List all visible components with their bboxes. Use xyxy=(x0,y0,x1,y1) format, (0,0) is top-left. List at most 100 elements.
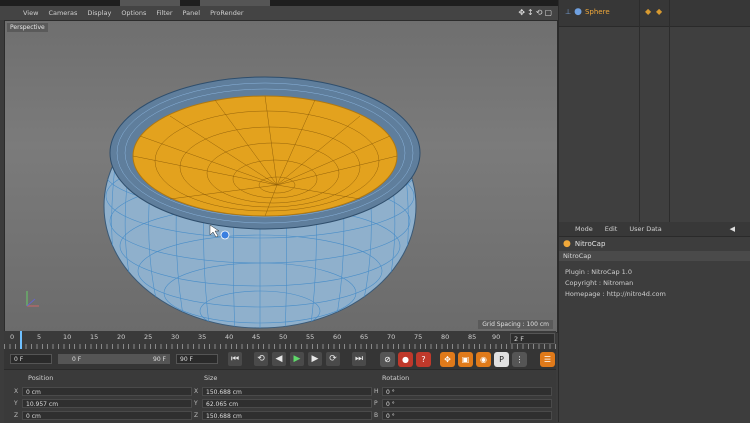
size-header: Size xyxy=(204,374,218,382)
column-divider xyxy=(639,0,640,222)
current-frame-field[interactable]: 2 F xyxy=(510,333,555,344)
viewport-label: Perspective xyxy=(7,23,48,32)
size-z-field[interactable]: 150.688 cm xyxy=(202,411,372,420)
tag-icon[interactable]: ◆ xyxy=(645,7,651,16)
timeline-tick: 85 xyxy=(468,333,477,341)
timeline-tick: 55 xyxy=(306,333,315,341)
object-name: Sphere xyxy=(584,8,610,16)
rotation-p-field[interactable]: 0 ° xyxy=(382,399,552,408)
step-forward-icon[interactable]: ⟳ xyxy=(326,352,340,366)
menu-panel[interactable]: Panel xyxy=(178,9,206,17)
pos-z-label: Z xyxy=(14,412,19,419)
position-y-field[interactable]: 10.957 cm xyxy=(22,399,192,408)
viewport-nav-icons: ✥ ↕ ⟲ ▢ xyxy=(518,8,552,17)
viewport-menu-bar: View Cameras Display Options Filter Pane… xyxy=(0,6,558,20)
frame-range-slider[interactable]: 0 F 90 F xyxy=(58,354,170,364)
end-frame-field[interactable]: 90 F xyxy=(176,354,218,364)
rot-b-label: B xyxy=(374,412,379,419)
position-z-field[interactable]: 0 cm xyxy=(22,411,192,420)
menu-prorender[interactable]: ProRender xyxy=(205,9,248,17)
timeline-tick: 50 xyxy=(279,333,288,341)
pos-y-label: Y xyxy=(14,400,18,407)
size-x-field[interactable]: 150.688 cm xyxy=(202,387,372,396)
timeline-tick: 60 xyxy=(333,333,342,341)
sphere-mesh xyxy=(26,76,421,329)
next-frame-icon[interactable]: ▶ xyxy=(308,352,322,366)
timeline-tick: 45 xyxy=(252,333,261,341)
timeline-tick: 40 xyxy=(225,333,234,341)
nitrocap-icon: ● xyxy=(563,239,571,249)
timeline-tick: 70 xyxy=(387,333,396,341)
size-y-label: Y xyxy=(194,400,198,407)
goto-end-icon[interactable]: ⏭ xyxy=(352,352,366,366)
timeline-tick: 80 xyxy=(441,333,450,341)
object-manager: ⊥ ● Sphere ◆ ◆ xyxy=(558,0,750,222)
object-item-sphere[interactable]: ⊥ ● Sphere xyxy=(565,7,610,17)
timeline-tick: 90 xyxy=(492,333,501,341)
maximize-view-icon[interactable]: ▢ xyxy=(544,8,552,17)
range-max: 90 F xyxy=(153,356,166,363)
rotation-header: Rotation xyxy=(382,374,410,382)
homepage-info: Homepage : http://nitro4d.com xyxy=(565,290,666,298)
grid-spacing-label: Grid Spacing : 100 cm xyxy=(478,320,553,329)
timeline-window-icon[interactable]: ☰ xyxy=(540,352,555,367)
attribute-title-text: NitroCap xyxy=(574,240,606,248)
plugin-info: Plugin : NitroCap 1.0 xyxy=(565,268,632,276)
param-key-icon[interactable]: P xyxy=(494,352,509,367)
dolly-view-icon[interactable]: ↕ xyxy=(527,8,534,17)
pla-key-icon[interactable]: ⋮ xyxy=(512,352,527,367)
timeline-tick: 0 xyxy=(10,333,15,341)
menu-view[interactable]: View xyxy=(18,9,43,17)
pos-x-label: X xyxy=(14,388,19,395)
record-icon[interactable]: ● xyxy=(398,352,413,367)
timeline-tick: 65 xyxy=(360,333,369,341)
attribute-tab[interactable]: NitroCap xyxy=(559,251,750,261)
timeline-tick: 15 xyxy=(90,333,99,341)
attribute-title: ● NitroCap xyxy=(559,237,750,251)
start-frame-field[interactable]: 0 F xyxy=(10,354,52,364)
rotate-view-icon[interactable]: ⟲ xyxy=(536,8,543,17)
menu-user-data[interactable]: User Data xyxy=(623,225,667,233)
menu-mode[interactable]: Mode xyxy=(569,225,599,233)
attribute-menu-bar: Mode Edit User Data ◀ xyxy=(559,222,750,237)
menu-options[interactable]: Options xyxy=(116,9,151,17)
rotation-b-field[interactable]: 0 ° xyxy=(382,411,552,420)
arrow-back-icon[interactable]: ◀ xyxy=(730,225,735,233)
timeline-tick: 10 xyxy=(63,333,72,341)
sphere-icon: ● xyxy=(574,7,582,17)
keyframe-selection-icon[interactable]: ⊘ xyxy=(380,352,395,367)
scale-key-icon[interactable]: ▣ xyxy=(458,352,473,367)
move-view-icon[interactable]: ✥ xyxy=(518,8,525,17)
perspective-viewport[interactable]: Perspective Grid Spacing : 100 cm xyxy=(4,20,558,333)
position-header: Position xyxy=(28,374,54,382)
rotation-h-field[interactable]: 0 ° xyxy=(382,387,552,396)
column-divider xyxy=(669,0,670,222)
timeline-tick: 5 xyxy=(37,333,42,341)
menu-edit[interactable]: Edit xyxy=(599,225,624,233)
position-x-field[interactable]: 0 cm xyxy=(22,387,192,396)
prev-frame-icon[interactable]: ◀ xyxy=(272,352,286,366)
move-key-icon[interactable]: ✥ xyxy=(440,352,455,367)
playhead[interactable] xyxy=(20,331,22,349)
rotate-key-icon[interactable]: ◉ xyxy=(476,352,491,367)
cap-interior xyxy=(132,95,398,217)
rot-h-label: H xyxy=(374,388,379,395)
object-manager-row: ⊥ ● Sphere ◆ ◆ xyxy=(559,0,750,27)
menu-filter[interactable]: Filter xyxy=(151,9,177,17)
menu-cameras[interactable]: Cameras xyxy=(43,9,82,17)
tag-icon-2[interactable]: ◆ xyxy=(656,7,662,16)
null-axis-icon: ⊥ xyxy=(565,8,572,16)
coordinate-manager: Position Size Rotation X Y Z 0 cm 10.957… xyxy=(4,369,556,423)
rot-p-label: P xyxy=(374,400,378,407)
size-y-field[interactable]: 62.065 cm xyxy=(202,399,372,408)
size-x-label: X xyxy=(194,388,199,395)
menu-display[interactable]: Display xyxy=(82,9,116,17)
goto-start-icon[interactable]: ⏮ xyxy=(228,352,242,366)
timeline-tick: 20 xyxy=(117,333,126,341)
timeline-tick: 30 xyxy=(171,333,180,341)
play-icon[interactable]: ▶ xyxy=(290,352,304,366)
autokey-icon[interactable]: ? xyxy=(416,352,431,367)
timeline-ruler[interactable]: 0 5 10 15 20 25 30 35 40 45 50 55 60 65 … xyxy=(4,331,556,349)
size-z-label: Z xyxy=(194,412,199,419)
step-back-icon[interactable]: ⟲ xyxy=(254,352,268,366)
